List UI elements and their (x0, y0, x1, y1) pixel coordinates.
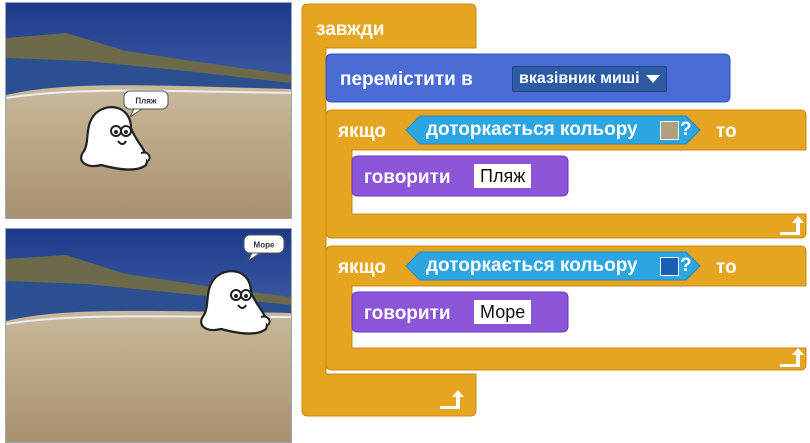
sensing-label-1: доторкається кольору (426, 119, 638, 140)
color-swatch-beige[interactable] (660, 121, 679, 140)
stage-preview-sea: Море (5, 228, 292, 443)
color-swatch-blue[interactable] (660, 257, 679, 276)
then-label-2: то (716, 257, 737, 278)
goto-target-value: вказівник миші (519, 70, 640, 87)
then-label-1: то (716, 121, 737, 142)
say-label-1: говорити (364, 167, 451, 188)
speech-text: Пляж (135, 97, 157, 106)
goto-label: перемістити в (340, 69, 473, 90)
say-text-field-2[interactable]: Море (474, 300, 532, 324)
beach-scene-image: Пляж (6, 3, 291, 218)
say-text-field-1[interactable]: Пляж (474, 164, 532, 188)
stage-preview-beach: Пляж (5, 2, 292, 219)
sea-scene-image: Море (6, 229, 291, 442)
question-mark-2: ? (680, 255, 692, 276)
if-label-1: якщо (338, 121, 386, 142)
say-label-2: говорити (364, 303, 451, 324)
forever-label: завжди (316, 19, 385, 40)
goto-target-dropdown[interactable]: вказівник миші (512, 66, 667, 92)
sensing-label-2: доторкається кольору (426, 255, 638, 276)
question-mark-1: ? (680, 119, 692, 140)
script-area: завжди перемістити в вказівник миші якщо… (296, 0, 810, 443)
speech-text: Море (254, 241, 275, 250)
dropdown-arrow-icon (645, 74, 660, 83)
if-label-2: якщо (338, 257, 386, 278)
